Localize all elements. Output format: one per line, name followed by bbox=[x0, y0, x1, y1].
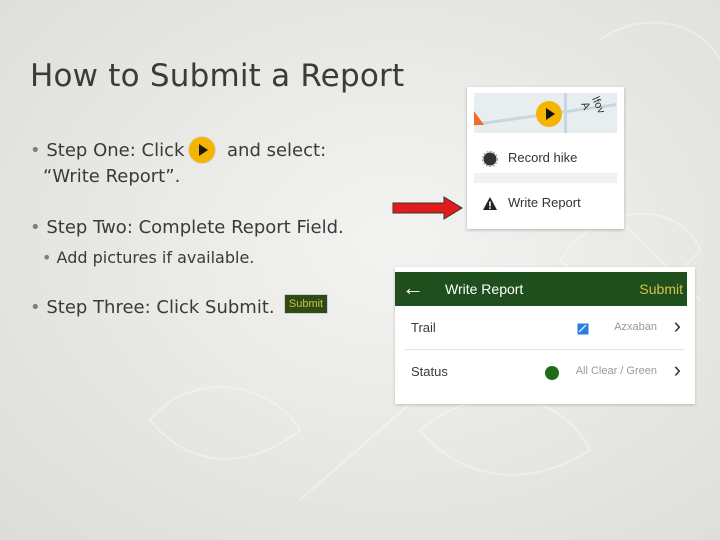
record-icon bbox=[482, 151, 498, 167]
back-arrow-icon[interactable]: ← bbox=[402, 276, 424, 300]
step-three: • Step Three: Click Submit. bbox=[30, 297, 275, 318]
slide-title: How to Submit a Report bbox=[30, 58, 405, 94]
write-report-title: Write Report bbox=[445, 281, 524, 297]
field-label: Status bbox=[411, 364, 448, 379]
field-row-status[interactable]: Status All Clear / Green › bbox=[405, 351, 685, 395]
step-one: • Step One: Click bbox=[30, 140, 184, 161]
write-report-header: ← Write Report Submit bbox=[395, 272, 687, 306]
step-two-text: Step Two: Complete Report Field. bbox=[46, 217, 344, 238]
step-two: • Step Two: Complete Report Field. bbox=[30, 217, 344, 238]
status-green-dot-icon bbox=[545, 366, 559, 380]
step-two-sub: • Add pictures if available. bbox=[42, 248, 254, 267]
inline-submit-button-image: Submit bbox=[284, 294, 328, 314]
map-menu-screenshot: lfov A Record hike Write Report bbox=[467, 87, 624, 229]
step-one-line2: “Write Report”. bbox=[43, 166, 181, 187]
trail-icon bbox=[577, 323, 589, 335]
field-value: Azxaban bbox=[614, 321, 657, 333]
warning-icon bbox=[483, 197, 497, 210]
bullet: • bbox=[30, 217, 41, 238]
field-label: Trail bbox=[411, 320, 436, 335]
map-road bbox=[564, 93, 567, 133]
field-value: All Clear / Green bbox=[575, 365, 657, 377]
bullet: • bbox=[42, 248, 52, 267]
map-street-label: lfov A bbox=[578, 95, 608, 116]
bullet: • bbox=[30, 140, 41, 161]
chevron-right-icon: › bbox=[673, 313, 681, 338]
map-divider bbox=[474, 173, 617, 183]
menu-item-label: Write Report bbox=[508, 195, 581, 210]
write-report-screenshot: ← Write Report Submit Trail Azxaban › St… bbox=[395, 267, 695, 404]
menu-item-label: Record hike bbox=[508, 150, 578, 165]
menu-item-write-report[interactable]: Write Report bbox=[474, 185, 617, 221]
step-three-text: Step Three: Click Submit. bbox=[46, 297, 275, 318]
play-icon bbox=[188, 136, 216, 164]
bullet: • bbox=[30, 297, 41, 318]
submit-button[interactable]: Submit bbox=[639, 281, 683, 297]
map-location-marker-icon bbox=[474, 111, 484, 125]
step-two-sub-text: Add pictures if available. bbox=[56, 248, 255, 267]
map-preview: lfov A bbox=[474, 93, 617, 133]
step-one-prefix: Step One: Click bbox=[46, 140, 185, 161]
play-icon[interactable] bbox=[536, 101, 562, 127]
menu-item-record-hike[interactable]: Record hike bbox=[474, 140, 617, 176]
red-arrow-icon bbox=[392, 196, 463, 220]
row-divider bbox=[405, 349, 685, 350]
chevron-right-icon: › bbox=[673, 357, 681, 382]
step-one-suffix: and select: bbox=[227, 140, 327, 161]
field-row-trail[interactable]: Trail Azxaban › bbox=[405, 307, 685, 351]
